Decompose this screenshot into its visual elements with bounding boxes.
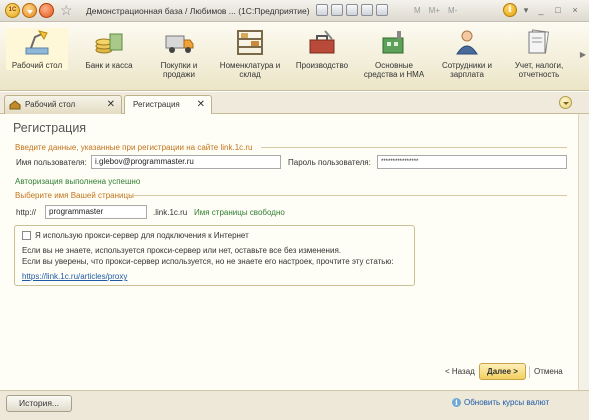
cancel-button[interactable]: Отмена — [534, 367, 563, 376]
next-button[interactable]: Далее > — [479, 363, 526, 380]
factory-icon — [382, 31, 404, 54]
toolbox-icon — [309, 30, 335, 54]
divider — [261, 147, 567, 148]
titlebar-toolbar — [316, 4, 388, 18]
section-desktop[interactable]: Рабочий стол — [6, 28, 68, 70]
proxy-article-link[interactable]: https://link.1c.ru/articles/proxy — [22, 272, 127, 281]
auth-status-text: Авторизация выполнена успешно — [15, 177, 141, 186]
history-nav-icon[interactable] — [39, 3, 54, 18]
section-label: Основные средства и НМА — [363, 61, 425, 79]
http-prefix-label: http:// — [16, 208, 37, 217]
tabs-menu-icon[interactable] — [559, 96, 572, 109]
close-tab-icon[interactable]: ✕ — [107, 96, 115, 114]
divider — [529, 366, 530, 378]
username-label: Имя пользователя: — [16, 158, 87, 167]
warehouse-shelves-icon — [237, 30, 263, 55]
save-icon[interactable] — [316, 4, 328, 16]
close-window-icon[interactable]: × — [568, 4, 582, 17]
coins-icon — [95, 33, 123, 54]
main-menu-icon[interactable] — [22, 3, 37, 18]
section-fixed-assets[interactable]: Основные средства и НМА — [363, 28, 425, 79]
password-label: Пароль пользователя: — [288, 158, 371, 167]
username-field[interactable]: i.glebov@programmaster.ru — [91, 155, 281, 169]
memory-plus-button[interactable]: M+ — [429, 6, 440, 15]
proxy-checkbox-label[interactable]: Я использую прокси-сервер для подключени… — [35, 231, 249, 240]
section-accounting-taxes[interactable]: Учет, налоги, отчетность — [508, 28, 570, 79]
section-label: Рабочий стол — [11, 61, 63, 70]
info-icon[interactable]: i — [503, 3, 517, 17]
print-icon[interactable] — [331, 4, 343, 16]
window-title: Демонстрационная база / Любимов ... (1С:… — [86, 6, 310, 16]
section-label: Сотрудники и зарплата — [441, 61, 493, 79]
tab-desktop[interactable]: Рабочий стол ✕ — [4, 95, 122, 114]
app-logo-icon[interactable]: 1С — [5, 3, 20, 18]
close-tab-icon[interactable]: ✕ — [197, 96, 205, 114]
employee-icon — [456, 30, 478, 55]
calculator-icon[interactable] — [376, 4, 388, 16]
password-field[interactable]: **************** — [377, 155, 567, 169]
tab-registration[interactable]: Регистрация ✕ — [124, 95, 212, 115]
page-status-text: Имя страницы свободно — [194, 208, 285, 217]
window-titlebar: 1С ☆ Демонстрационная база / Любимов ...… — [0, 0, 589, 22]
sections-scroll-right-icon[interactable]: ▶ — [580, 50, 586, 59]
maximize-icon[interactable]: □ — [551, 4, 565, 17]
section-employees-salary[interactable]: Сотрудники и зарплата — [436, 28, 498, 79]
info-icon: i — [452, 398, 461, 407]
section-label: Учет, налоги, отчетность — [514, 61, 564, 79]
truck-icon — [165, 35, 194, 53]
page-name-field[interactable]: programmaster — [45, 205, 147, 219]
preview-icon[interactable] — [346, 4, 358, 16]
credentials-group-title: Введите данные, указанные при регистраци… — [15, 143, 253, 152]
tab-label: Регистрация — [133, 100, 180, 109]
section-label: Покупки и продажи — [160, 61, 198, 79]
history-button[interactable]: История... — [6, 395, 72, 412]
back-button[interactable]: < Назад — [445, 367, 475, 376]
minimize-icon[interactable]: _ — [534, 4, 548, 17]
memory-m-button[interactable]: M — [414, 6, 421, 15]
proxy-settings-box: Я использую прокси-сервер для подключени… — [14, 225, 415, 286]
domain-suffix-label: .link.1c.ru — [153, 208, 188, 217]
info-dropdown-icon[interactable]: ▾ — [519, 4, 533, 17]
tab-label: Рабочий стол — [25, 100, 76, 109]
desk-lamp-icon — [25, 30, 49, 55]
section-purchases-sales[interactable]: Покупки и продажи — [148, 28, 210, 79]
section-label: Номенклатура и склад — [219, 61, 281, 79]
proxy-help-text-1: Если вы не знаете, используется прокси-с… — [22, 246, 341, 255]
section-label: Производство — [295, 61, 349, 70]
divider — [130, 195, 567, 196]
update-rates-link[interactable]: Обновить курсы валют — [464, 398, 549, 407]
proxy-help-text-2: Если вы уверены, что прокси-сервер испол… — [22, 257, 394, 266]
memory-minus-button[interactable]: M- — [448, 6, 457, 15]
registration-form: Регистрация Введите данные, указанные пр… — [0, 114, 578, 390]
tab-bar: Рабочий стол ✕ Регистрация ✕ — [0, 92, 589, 115]
home-icon — [9, 100, 21, 110]
calendar-icon[interactable] — [361, 4, 373, 16]
documents-icon — [528, 29, 550, 54]
section-production[interactable]: Производство — [291, 28, 353, 70]
page-title: Регистрация — [13, 121, 87, 135]
favorites-star-icon[interactable]: ☆ — [60, 2, 73, 18]
sections-panel: Рабочий стол Банк и касса Покупки и прод… — [0, 22, 589, 91]
proxy-checkbox[interactable] — [22, 231, 31, 240]
section-bank[interactable]: Банк и касса — [78, 28, 140, 70]
section-label: Банк и касса — [85, 61, 133, 70]
status-bar: История... i Обновить курсы валют — [0, 390, 589, 420]
page-name-group-title: Выберите имя Вашей страницы — [15, 191, 134, 200]
form-scrollbar[interactable] — [578, 114, 589, 390]
memory-buttons: M M+ M- — [414, 6, 457, 15]
section-nomenclature-warehouse[interactable]: Номенклатура и склад — [219, 28, 281, 79]
